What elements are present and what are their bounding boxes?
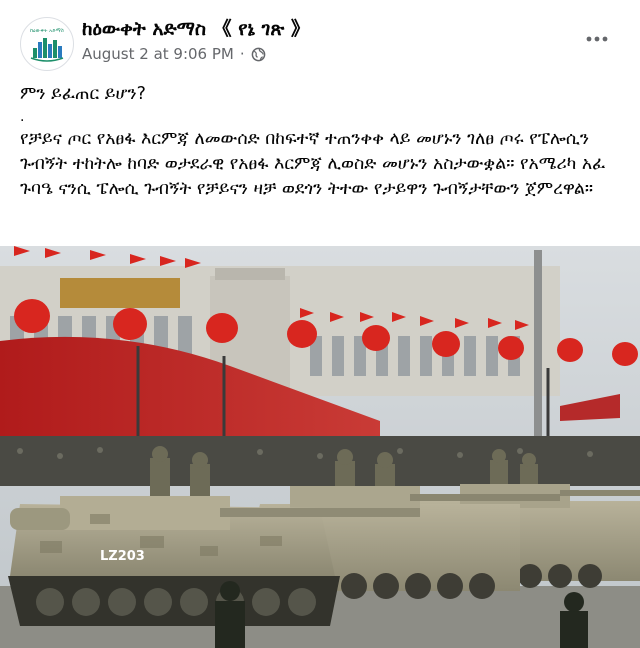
more-options-icon bbox=[586, 36, 608, 42]
page-avatar[interactable]: ከዕውቀት አድማስ bbox=[20, 17, 74, 71]
post-question: ምን ይፈጠር ይሆን? bbox=[20, 84, 146, 104]
tank-number: LZ203 bbox=[100, 549, 145, 564]
post-message: ምን ይፈጠር ይሆን? . የቻይና ጦር የአፀፋ እርምጃ ለመውሰድ በ… bbox=[20, 82, 624, 202]
post-header: ከዕውቀት አድማስ ከዕውቀት አድማስ 《 የኔ ገጽ 》 August 2… bbox=[0, 0, 640, 78]
post-timestamp[interactable]: August 2 at 9:06 PM bbox=[82, 45, 234, 63]
post-dot: . bbox=[20, 109, 25, 125]
post-photo[interactable]: 204 LZ203 bbox=[0, 246, 640, 648]
post-body: የቻይና ጦር የአፀፋ እርምጃ ለመውሰድ በከፍተኛ ተጠንቀቀ ላይ መ… bbox=[20, 129, 606, 199]
meta-separator: · bbox=[239, 45, 245, 63]
military-parade-photo: 204 LZ203 bbox=[0, 246, 640, 648]
post-meta: August 2 at 9:06 PM · bbox=[82, 45, 266, 63]
avatar-text: ከዕውቀት አድማስ bbox=[30, 28, 64, 34]
page-name-link[interactable]: ከዕውቀት አድማስ 《 የኔ ገጽ 》 bbox=[82, 14, 310, 41]
more-options-button[interactable] bbox=[582, 24, 612, 54]
globe-icon[interactable] bbox=[251, 47, 266, 62]
page-logo-icon: ከዕውቀት አድማስ bbox=[22, 19, 72, 69]
